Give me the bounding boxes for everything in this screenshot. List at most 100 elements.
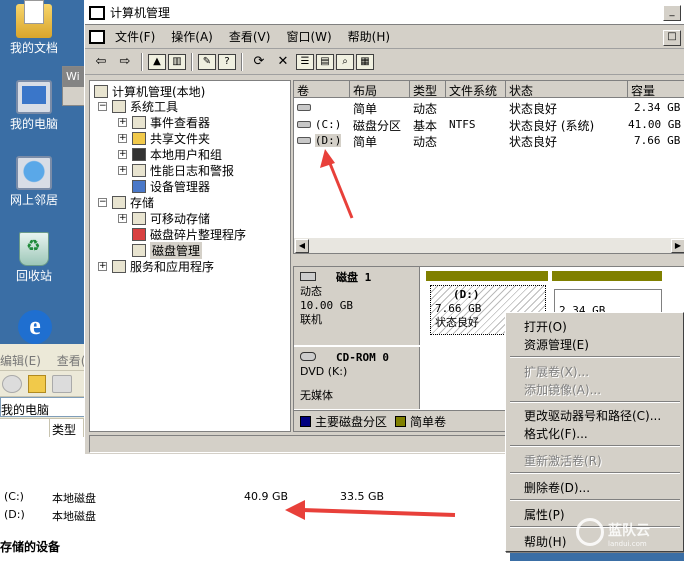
legend-swatch-primary: [300, 416, 311, 427]
volume-icon: [297, 137, 311, 144]
tree-item-label: 事件查看器: [150, 115, 211, 130]
menu-separator: [510, 472, 680, 474]
properties-sheet-icon[interactable]: ☰: [296, 53, 314, 70]
column-header-capacity[interactable]: 容量: [628, 81, 684, 98]
column-header-type[interactable]: 类型: [50, 419, 84, 437]
menu-item-add-mirror[interactable]: 添加镜像(A)...: [524, 381, 601, 398]
menu-item-explore[interactable]: 资源管理(E): [524, 336, 589, 353]
child-window-icon[interactable]: [89, 29, 105, 44]
expand-icon[interactable]: +: [98, 262, 107, 271]
column-header-status[interactable]: 状态: [506, 81, 628, 98]
collapse-icon[interactable]: −: [98, 102, 107, 111]
menu-action[interactable]: 操作(A): [171, 28, 213, 45]
expand-icon[interactable]: +: [118, 134, 127, 143]
internet-explorer-icon[interactable]: e: [18, 310, 52, 344]
menu-separator: [510, 499, 680, 501]
menu-item-delete-volume[interactable]: 删除卷(D)...: [524, 479, 590, 496]
tree-item-label: 磁盘碎片整理程序: [150, 227, 247, 242]
cell-status: 状态良好: [509, 102, 558, 116]
format-icon[interactable]: ▦: [356, 53, 374, 70]
tree-item-shared-folders[interactable]: 共享文件夹: [132, 130, 210, 146]
collapse-icon[interactable]: −: [98, 198, 107, 207]
column-header-filesystem[interactable]: 文件系统: [446, 81, 506, 98]
tree-item-removable-storage[interactable]: 可移动存储: [132, 210, 210, 226]
address-field[interactable]: 我的电脑: [0, 397, 86, 417]
explorer-menu-edit[interactable]: 编辑(E): [0, 354, 41, 368]
watermark: 蓝队云 landui.com: [608, 520, 650, 548]
tree-item-label: 本地用户和组: [150, 147, 223, 162]
desktop-icon-my-documents[interactable]: 我的文档: [4, 0, 64, 55]
tree-item-services-applications[interactable]: 服务和应用程序: [112, 258, 214, 274]
menu-item-open[interactable]: 打开(O): [524, 318, 567, 335]
column-header-type[interactable]: 类型: [410, 81, 446, 98]
tree-item-disk-defragmenter[interactable]: 磁盘碎片整理程序: [132, 226, 246, 242]
properties-icon[interactable]: ✎: [198, 53, 216, 70]
help-icon[interactable]: ?: [218, 53, 236, 70]
disk-title-text: 磁盘 1: [336, 271, 372, 284]
menu-file[interactable]: 文件(F): [115, 28, 155, 45]
tree-item-event-viewer[interactable]: 事件查看器: [132, 114, 210, 130]
toolbar-separator: [191, 52, 193, 71]
drive-row-d[interactable]: (D:): [4, 508, 25, 521]
scroll-right-icon[interactable]: ▶: [671, 239, 684, 253]
column-header-volume[interactable]: 卷: [294, 81, 350, 98]
folder-documents-icon: [16, 0, 52, 38]
menu-item-change-drive-letter[interactable]: 更改驱动器号和路径(C)...: [524, 407, 661, 424]
expand-icon[interactable]: +: [118, 214, 127, 223]
drive-type: 本地磁盘: [52, 492, 96, 505]
horizontal-scrollbar[interactable]: ◀ ▶: [294, 237, 684, 253]
open-folder-icon[interactable]: ▤: [316, 53, 334, 70]
drive-name: (D:): [4, 508, 25, 521]
drive-total-size: 40.9 GB: [244, 490, 289, 503]
tree-item-local-users-groups[interactable]: 本地用户和组: [132, 146, 222, 162]
restore-child-button[interactable]: □: [663, 30, 681, 46]
cell-capacity: 7.66 GB: [634, 134, 681, 147]
scroll-left-icon[interactable]: ◀: [295, 239, 309, 253]
cdrom-icon: [300, 352, 316, 361]
tree-item-device-manager[interactable]: 设备管理器: [132, 178, 210, 194]
tree-item-label: 服务和应用程序: [130, 259, 215, 274]
folder-up-icon[interactable]: [28, 374, 46, 393]
menu-separator: [510, 356, 680, 358]
forward-arrow-icon[interactable]: ⇨: [114, 52, 136, 72]
menu-item-extend-volume[interactable]: 扩展卷(X)...: [524, 363, 589, 380]
expand-icon[interactable]: +: [118, 166, 127, 175]
tree-item-storage[interactable]: 存储: [112, 194, 154, 210]
desktop-icon-my-computer[interactable]: 我的电脑: [4, 80, 64, 131]
cdrom-title-text: CD-ROM 0: [336, 351, 389, 364]
forward-icon[interactable]: [2, 374, 22, 393]
delete-icon[interactable]: ✕: [272, 52, 294, 72]
menu-item-properties[interactable]: 属性(P): [524, 506, 565, 523]
menu-help[interactable]: 帮助(H): [348, 28, 390, 45]
search-volume-icon[interactable]: ⌕: [336, 53, 354, 70]
minimize-button[interactable]: _: [663, 5, 681, 21]
back-arrow-icon[interactable]: ⇦: [90, 52, 112, 72]
desktop-icon-network[interactable]: 网上邻居: [4, 156, 64, 207]
search-icon[interactable]: [52, 374, 72, 393]
expand-icon[interactable]: +: [118, 150, 127, 159]
tree-item-label: 设备管理器: [150, 179, 211, 194]
legend-label-simple: 简单卷: [410, 415, 447, 429]
window-title-bar[interactable]: 计算机管理 _: [85, 1, 684, 25]
disk-size: 10.00 GB: [300, 299, 353, 312]
refresh-icon[interactable]: ⟳: [248, 52, 270, 72]
desktop-icon-recycle-bin[interactable]: 回收站: [4, 232, 64, 283]
disk-1-label[interactable]: 磁盘 1 动态 10.00 GB 联机: [294, 267, 420, 345]
tree-item-performance-logs[interactable]: 性能日志和警报: [132, 162, 234, 178]
tree-item-disk-management[interactable]: 磁盘管理: [132, 241, 203, 259]
menu-window[interactable]: 窗口(W): [286, 28, 331, 45]
expand-icon[interactable]: +: [118, 118, 127, 127]
cdrom-state: 无媒体: [300, 389, 333, 402]
menu-item-help[interactable]: 帮助(H): [524, 533, 566, 550]
drive-row-c[interactable]: (C:): [4, 490, 24, 503]
show-hide-tree-icon[interactable]: ▥: [168, 53, 186, 70]
column-header-layout[interactable]: 布局: [350, 81, 410, 98]
menu-item-reactivate-volume[interactable]: 重新激活卷(R): [524, 452, 602, 469]
volume-list: 卷 布局 类型 文件系统 状态 容量 简单 动态 状态良好 2.34 GB (C…: [293, 80, 684, 254]
tree-item-system-tools[interactable]: 系统工具: [112, 98, 178, 114]
partition-bar: [552, 271, 662, 281]
up-level-icon[interactable]: ▲: [148, 53, 166, 70]
cdrom-label[interactable]: CD-ROM 0 DVD (K:) 无媒体: [294, 347, 420, 409]
menu-item-format[interactable]: 格式化(F)...: [524, 425, 588, 442]
menu-view[interactable]: 查看(V): [229, 28, 271, 45]
